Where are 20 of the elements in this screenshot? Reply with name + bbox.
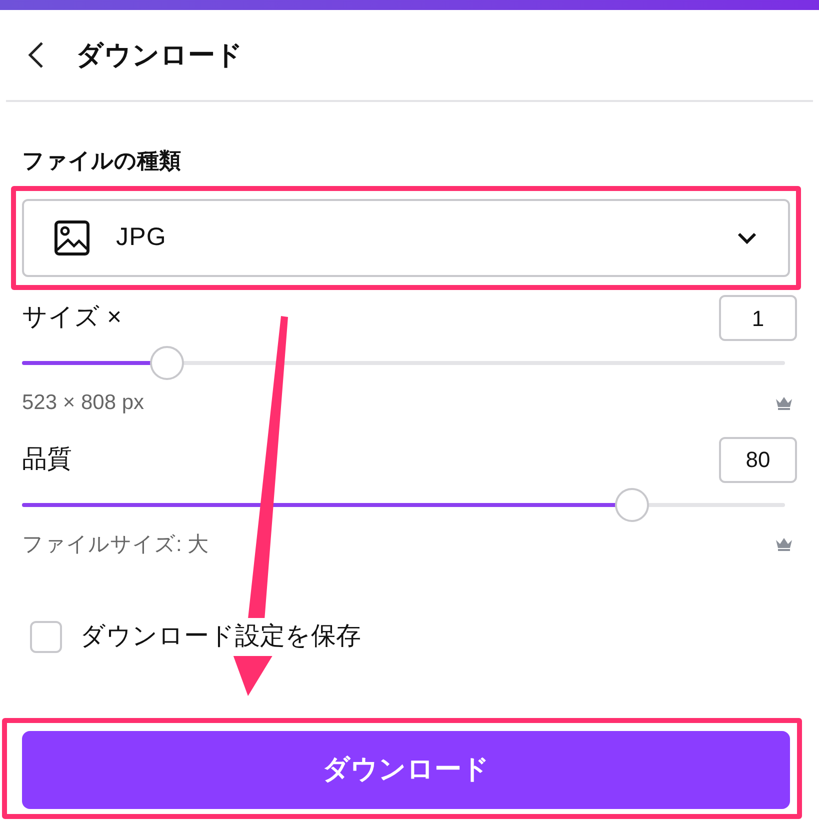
chevron-down-icon <box>736 231 758 245</box>
slider-label: サイズ × <box>22 302 122 334</box>
crown-icon <box>775 396 793 410</box>
panel-title: ダウンロード <box>76 38 243 72</box>
slider-thumb[interactable] <box>150 346 184 380</box>
save-settings-checkbox[interactable] <box>30 620 62 653</box>
slider-thumb[interactable] <box>615 488 650 522</box>
slider-track[interactable] <box>22 502 785 506</box>
image-icon <box>54 220 90 256</box>
slider-caption: ファイルサイズ: 大 <box>22 532 209 558</box>
slider-caption: 523 × 808 px <box>22 390 144 416</box>
value-field[interactable]: 1 <box>719 295 797 341</box>
download-button[interactable]: ダウンロード <box>22 730 790 808</box>
file-type-label: ファイルの種類 <box>22 147 182 175</box>
save-settings-label: ダウンロード設定を保存 <box>80 618 361 656</box>
value-field[interactable]: 80 <box>719 436 797 482</box>
crown-icon <box>775 537 793 552</box>
file-type-select[interactable]: JPG <box>22 199 790 277</box>
back-icon[interactable] <box>26 40 46 70</box>
slider-label: 品質 <box>22 444 72 475</box>
